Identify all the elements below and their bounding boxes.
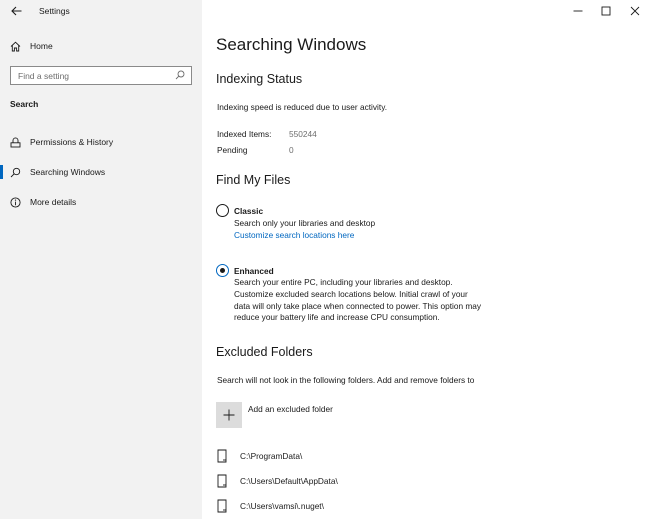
folder-file-icon: [217, 499, 227, 513]
search-icon[interactable]: [175, 70, 186, 81]
back-button[interactable]: [8, 3, 24, 19]
sidebar-item-label: Permissions & History: [30, 137, 114, 147]
enhanced-label[interactable]: Enhanced: [234, 266, 274, 276]
plus-icon: [223, 409, 235, 421]
classic-description: Search only your libraries and desktop: [234, 218, 376, 228]
page-title: Searching Windows: [216, 35, 367, 54]
classic-label[interactable]: Classic: [234, 206, 263, 216]
sidebar-item-more-details[interactable]: More details: [0, 191, 202, 213]
radio-selected-dot: [220, 268, 225, 273]
folder-file-icon: [217, 449, 227, 463]
excluded-folder-row[interactable]: C:\Users\vamsi\.nuget\: [216, 497, 324, 515]
app-title: Settings: [39, 6, 70, 16]
indexed-items-label: Indexed Items:: [217, 129, 272, 139]
sidebar-item-label: Searching Windows: [30, 167, 106, 177]
find-my-files-heading: Find My Files: [216, 173, 291, 187]
excluded-folders-heading: Excluded Folders: [216, 345, 313, 359]
close-button[interactable]: [621, 2, 649, 20]
close-icon: [630, 6, 640, 16]
enhanced-description-line: Customize excluded search locations belo…: [234, 288, 468, 299]
sidebar-item-searching-windows[interactable]: Searching Windows: [0, 161, 202, 183]
folder-file-icon: [217, 474, 227, 488]
search-icon: [9, 166, 21, 178]
pending-label: Pending: [217, 145, 248, 155]
minimize-button[interactable]: [564, 2, 592, 20]
sidebar-item-label: More details: [30, 197, 77, 207]
sidebar: Settings Home Search Permissions & Histo…: [0, 0, 202, 519]
permissions-icon: [9, 136, 21, 148]
enhanced-radio[interactable]: [216, 264, 229, 277]
enhanced-description-line: data will only take place when connected…: [234, 300, 482, 311]
excluded-folder-path: C:\Users\Default\AppData\: [240, 476, 338, 486]
excluded-folder-path: C:\ProgramData\: [240, 451, 303, 461]
excluded-folder-path: C:\Users\vamsi\.nuget\: [240, 501, 324, 511]
main-content: Searching Windows Indexing Status Indexi…: [202, 0, 650, 519]
minimize-icon: [573, 10, 583, 12]
sidebar-section-heading: Search: [10, 99, 39, 109]
back-arrow-icon: [10, 6, 21, 16]
indexing-message: Indexing speed is reduced due to user ac…: [217, 102, 388, 112]
maximize-button[interactable]: [592, 2, 620, 20]
sidebar-item-label: Home: [30, 41, 53, 51]
excluded-folder-row[interactable]: C:\ProgramData\: [216, 447, 302, 465]
pending-value: 0: [289, 145, 294, 155]
add-excluded-folder-button[interactable]: [216, 402, 242, 428]
maximize-icon: [601, 6, 611, 16]
classic-radio[interactable]: [216, 204, 229, 217]
enhanced-description-line: reduce your battery life and increase CP…: [234, 312, 440, 323]
info-icon: [9, 196, 21, 208]
enhanced-description: Search your entire PC, including your li…: [234, 277, 514, 324]
home-icon: [9, 40, 21, 52]
excluded-folder-row[interactable]: C:\Users\Default\AppData\: [216, 472, 338, 490]
indexing-status-heading: Indexing Status: [216, 72, 303, 86]
enhanced-description-line: Search your entire PC, including your li…: [234, 277, 453, 287]
find-setting-input[interactable]: [11, 67, 173, 84]
add-excluded-folder-label[interactable]: Add an excluded folder: [248, 404, 333, 414]
customize-search-locations-link[interactable]: Customize search locations here: [234, 230, 354, 240]
find-setting-search-box[interactable]: [10, 66, 192, 85]
excluded-folders-description: Search will not look in the following fo…: [217, 375, 475, 385]
indexed-items-value: 550244: [289, 129, 317, 139]
sidebar-item-home[interactable]: Home: [0, 35, 202, 57]
sidebar-item-permissions-history[interactable]: Permissions & History: [0, 131, 202, 153]
